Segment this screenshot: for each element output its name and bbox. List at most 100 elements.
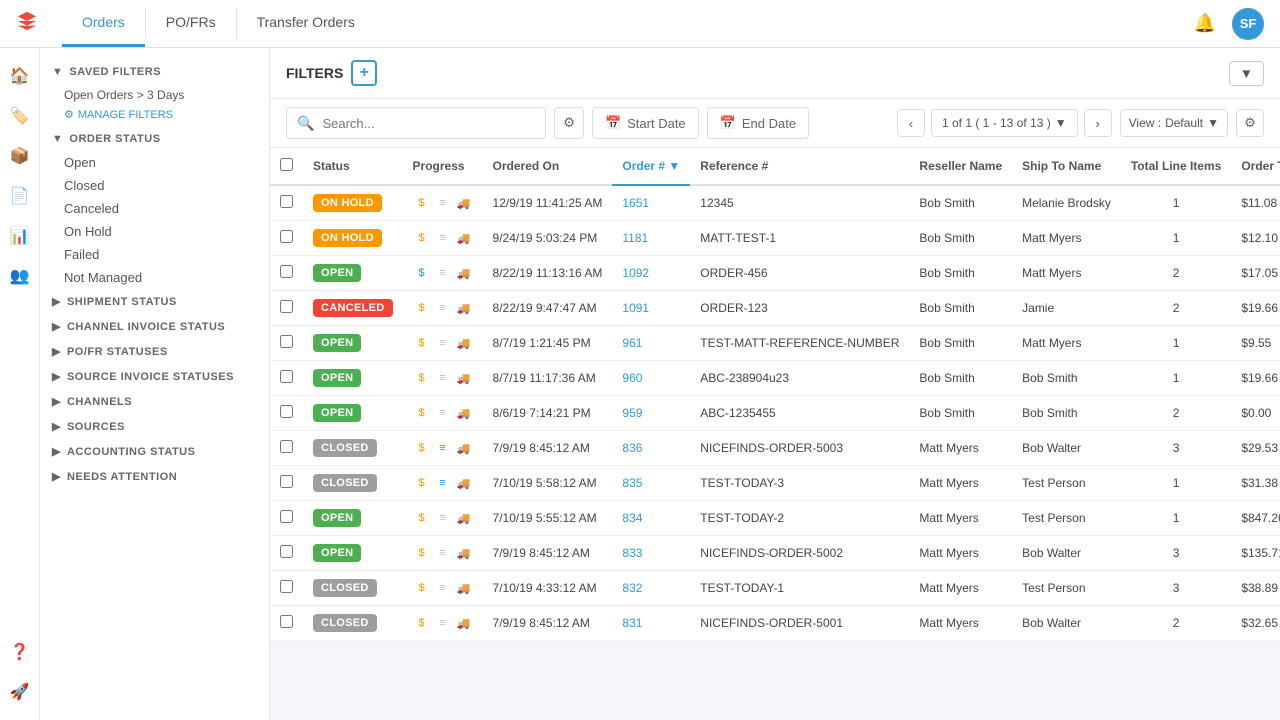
notification-bell-icon[interactable]: 🔔 <box>1190 9 1220 38</box>
row-checkbox[interactable] <box>280 195 293 208</box>
col-header-line-items[interactable]: Total Line Items <box>1121 148 1231 185</box>
row-checkbox-cell[interactable] <box>270 606 303 641</box>
users-icon[interactable]: 👥 <box>4 260 36 292</box>
row-checkbox-cell[interactable] <box>270 291 303 326</box>
row-order-num[interactable]: 1091 <box>612 291 690 326</box>
page-info[interactable]: 1 of 1 ( 1 - 13 of 13 ) ▼ <box>931 109 1078 137</box>
manage-filters-link[interactable]: ⚙ MANAGE FILTERS <box>40 106 269 127</box>
row-checkbox-cell[interactable] <box>270 221 303 256</box>
row-order-num[interactable]: 832 <box>612 571 690 606</box>
sidebar-item-failed[interactable]: Failed <box>40 243 269 266</box>
source-invoice-header[interactable]: ▶ SOURCE INVOICE STATUSES <box>40 364 269 389</box>
sidebar-item-not-managed[interactable]: Not Managed <box>40 266 269 289</box>
row-order-num[interactable]: 1092 <box>612 256 690 291</box>
row-order-num[interactable]: 961 <box>612 326 690 361</box>
search-settings-button[interactable]: ⚙ <box>554 107 584 139</box>
sidebar-item-open[interactable]: Open <box>40 151 269 174</box>
shipment-status-header[interactable]: ▶ SHIPMENT STATUS <box>40 289 269 314</box>
row-order-num[interactable]: 1651 <box>612 185 690 221</box>
row-order-num[interactable]: 960 <box>612 361 690 396</box>
row-checkbox-cell[interactable] <box>270 326 303 361</box>
channels-header[interactable]: ▶ CHANNELS <box>40 389 269 414</box>
row-checkbox[interactable] <box>280 510 293 523</box>
view-chevron-icon: ▼ <box>1207 116 1219 130</box>
tag-icon[interactable]: 🏷️ <box>4 100 36 132</box>
row-checkbox-cell[interactable] <box>270 501 303 536</box>
col-header-order-num[interactable]: Order # ▼ <box>612 148 690 185</box>
sources-header[interactable]: ▶ SOURCES <box>40 414 269 439</box>
chart-icon[interactable]: 📊 <box>4 220 36 252</box>
orders-icon[interactable]: 📦 <box>4 140 36 172</box>
row-order-num[interactable]: 959 <box>612 396 690 431</box>
row-checkbox[interactable] <box>280 230 293 243</box>
col-header-ordered-on[interactable]: Ordered On <box>483 148 613 185</box>
view-select[interactable]: View : Default ▼ <box>1120 109 1228 137</box>
row-order-num[interactable]: 835 <box>612 466 690 501</box>
row-checkbox-cell[interactable] <box>270 466 303 501</box>
col-header-ship-to[interactable]: Ship To Name <box>1012 148 1121 185</box>
saved-filter-open-orders[interactable]: Open Orders > 3 Days <box>40 84 269 106</box>
row-checkbox-cell[interactable] <box>270 396 303 431</box>
end-date-button[interactable]: 📅 End Date <box>707 107 809 139</box>
table-settings-button[interactable]: ⚙ <box>1236 109 1264 137</box>
row-checkbox[interactable] <box>280 615 293 628</box>
row-checkbox[interactable] <box>280 440 293 453</box>
row-checkbox-cell[interactable] <box>270 256 303 291</box>
col-header-reseller[interactable]: Reseller Name <box>909 148 1012 185</box>
left-sidebar: ▼ SAVED FILTERS Open Orders > 3 Days ⚙ M… <box>40 48 270 720</box>
row-order-num[interactable]: 833 <box>612 536 690 571</box>
row-checkbox[interactable] <box>280 405 293 418</box>
row-reseller: Bob Smith <box>909 185 1012 221</box>
row-checkbox[interactable] <box>280 545 293 558</box>
row-checkbox[interactable] <box>280 335 293 348</box>
sidebar-item-canceled[interactable]: Canceled <box>40 197 269 220</box>
row-checkbox[interactable] <box>280 265 293 278</box>
sidebar-item-closed[interactable]: Closed <box>40 174 269 197</box>
tab-orders[interactable]: Orders <box>62 0 145 47</box>
needs-attention-header[interactable]: ▶ NEEDS ATTENTION <box>40 464 269 489</box>
progress-icons: $≡🚚 <box>413 579 473 597</box>
row-checkbox[interactable] <box>280 580 293 593</box>
tab-pofrs[interactable]: PO/FRs <box>146 0 236 47</box>
collapse-button[interactable]: ▼ <box>1229 61 1264 86</box>
search-input[interactable] <box>322 116 535 131</box>
select-all-checkbox[interactable] <box>280 158 293 171</box>
row-checkbox-cell[interactable] <box>270 536 303 571</box>
prev-page-button[interactable]: ‹ <box>897 109 925 137</box>
col-header-order-total[interactable]: Order Total <box>1231 148 1280 185</box>
accounting-status-header[interactable]: ▶ ACCOUNTING STATUS <box>40 439 269 464</box>
row-checkbox[interactable] <box>280 475 293 488</box>
help-icon[interactable]: ❓ <box>4 636 36 668</box>
row-order-num[interactable]: 834 <box>612 501 690 536</box>
document-icon[interactable]: 📄 <box>4 180 36 212</box>
pofr-statuses-header[interactable]: ▶ PO/FR STATUSES <box>40 339 269 364</box>
saved-filters-header[interactable]: ▼ SAVED FILTERS <box>40 60 269 84</box>
order-status-header[interactable]: ▼ ORDER STATUS <box>40 127 269 151</box>
row-checkbox[interactable] <box>280 300 293 313</box>
start-date-button[interactable]: 📅 Start Date <box>592 107 699 139</box>
col-header-reference[interactable]: Reference # <box>690 148 909 185</box>
row-order-num[interactable]: 1181 <box>612 221 690 256</box>
home-icon[interactable]: 🏠 <box>4 60 36 92</box>
list-blue-icon: ≡ <box>434 474 452 492</box>
rocket-icon[interactable]: 🚀 <box>4 676 36 708</box>
user-avatar[interactable]: SF <box>1232 8 1264 40</box>
table-row: OPEN $≡🚚 8/7/19 1:21:45 PM 961 TEST-MATT… <box>270 326 1280 361</box>
col-header-status[interactable]: Status <box>303 148 403 185</box>
row-checkbox[interactable] <box>280 370 293 383</box>
row-checkbox-cell[interactable] <box>270 361 303 396</box>
row-checkbox-cell[interactable] <box>270 431 303 466</box>
row-order-num[interactable]: 831 <box>612 606 690 641</box>
next-page-button[interactable]: › <box>1084 109 1112 137</box>
tab-transfer-orders[interactable]: Transfer Orders <box>237 0 375 47</box>
select-all-header[interactable] <box>270 148 303 185</box>
row-reference: TEST-TODAY-2 <box>690 501 909 536</box>
row-checkbox-cell[interactable] <box>270 571 303 606</box>
add-filter-button[interactable]: + <box>351 60 377 86</box>
logo[interactable] <box>16 10 38 38</box>
channel-invoice-status-header[interactable]: ▶ CHANNEL INVOICE STATUS <box>40 314 269 339</box>
col-header-progress[interactable]: Progress <box>403 148 483 185</box>
sidebar-item-on-hold[interactable]: On Hold <box>40 220 269 243</box>
row-checkbox-cell[interactable] <box>270 185 303 221</box>
row-order-num[interactable]: 836 <box>612 431 690 466</box>
